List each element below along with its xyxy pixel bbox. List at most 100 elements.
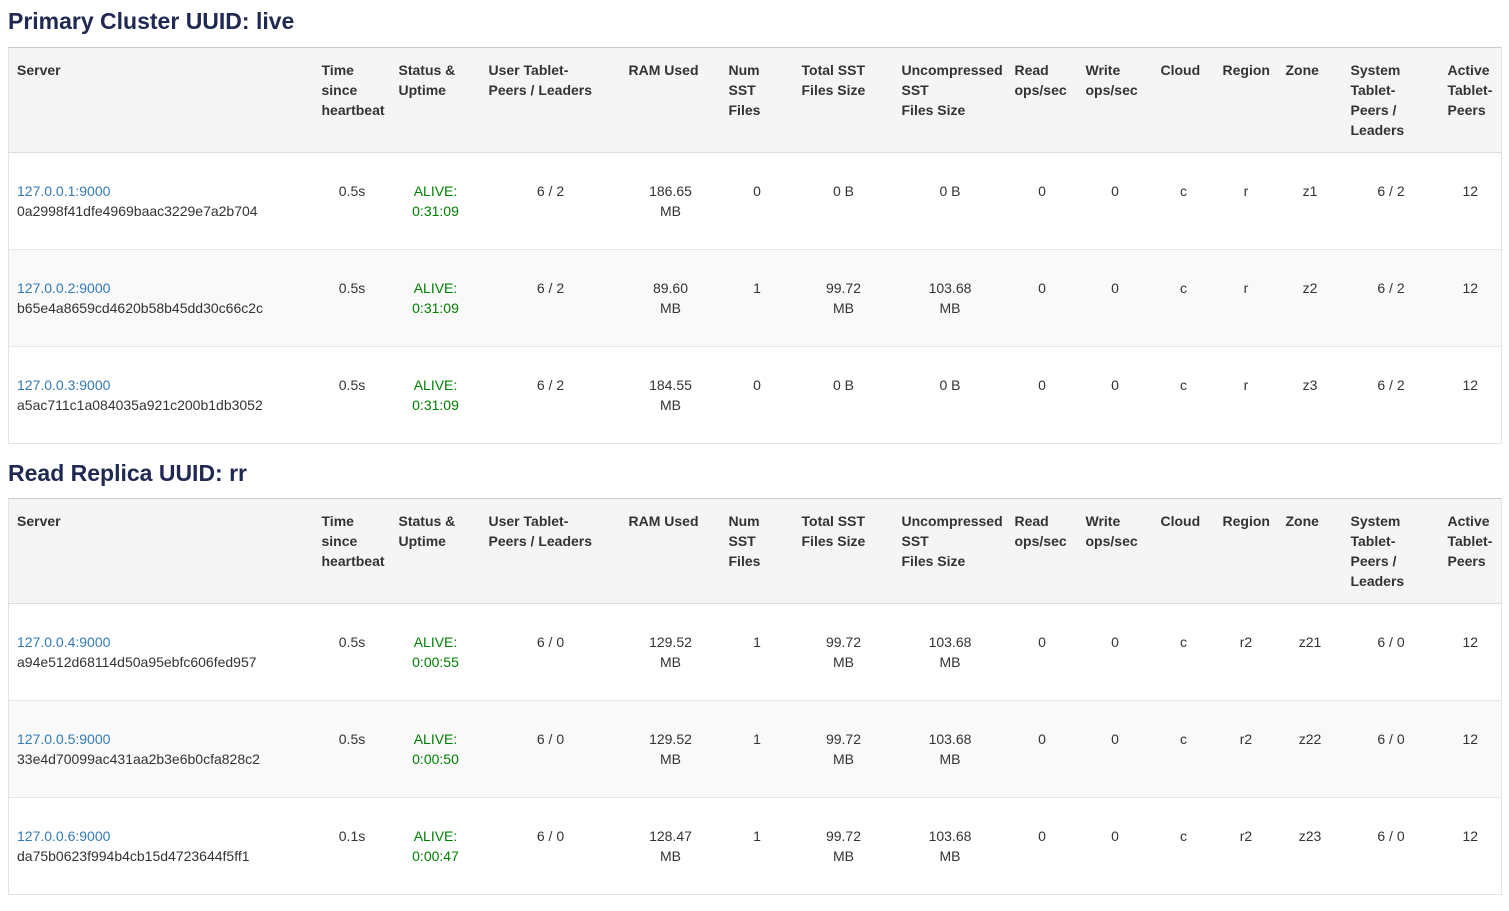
- server-uuid: a5ac711c1a084035a921c200b1db3052: [17, 395, 306, 415]
- col-header-server: Server: [9, 47, 314, 152]
- col-header-status-uptime: Status & Uptime: [391, 47, 481, 152]
- tablet-servers-page: Primary Cluster UUID: live Server Time s…: [0, 0, 1509, 895]
- server-link[interactable]: 127.0.0.1:9000: [17, 183, 110, 199]
- col-header-read-ops: Read ops/sec: [1007, 499, 1078, 604]
- server-uuid: a94e512d68114d50a95ebfc606fed957: [17, 652, 306, 672]
- primary-cluster-title: Primary Cluster UUID: live: [8, 8, 1501, 36]
- table-row: 127.0.0.1:9000 0a2998f41dfe4969baac3229e…: [9, 152, 1502, 249]
- col-header-user-tablet-peers: User Tablet- Peers / Leaders: [481, 47, 621, 152]
- cell-zone: z22: [1278, 701, 1343, 798]
- cell-ram-used: 129.52 MB: [621, 604, 721, 701]
- col-header-system-tablet-peers: System Tablet- Peers / Leaders: [1343, 499, 1440, 604]
- col-header-zone: Zone: [1278, 47, 1343, 152]
- cell-zone: z1: [1278, 152, 1343, 249]
- col-header-server: Server: [9, 499, 314, 604]
- col-header-region: Region: [1215, 47, 1278, 152]
- server-link[interactable]: 127.0.0.4:9000: [17, 634, 110, 650]
- cell-region: r2: [1215, 604, 1278, 701]
- col-header-active-tablet-peers: Active Tablet- Peers: [1440, 499, 1502, 604]
- cell-uncompressed-sst-size: 0 B: [894, 346, 1007, 443]
- header-row: Server Time since heartbeat Status & Upt…: [9, 499, 1502, 604]
- cell-time-since-heartbeat: 0.5s: [314, 604, 391, 701]
- cell-num-sst-files: 1: [721, 798, 794, 895]
- cell-active-tablet-peers: 12: [1440, 152, 1502, 249]
- server-uuid: 33e4d70099ac431aa2b3e6b0cfa828c2: [17, 749, 306, 769]
- server-cell: 127.0.0.2:9000 b65e4a8659cd4620b58b45dd3…: [9, 249, 314, 346]
- col-header-write-ops: Write ops/sec: [1078, 47, 1153, 152]
- col-header-active-tablet-peers: Active Tablet- Peers: [1440, 47, 1502, 152]
- col-header-uncompressed-sst-size: Uncompressed SST Files Size: [894, 499, 1007, 604]
- cell-total-sst-size: 0 B: [794, 152, 894, 249]
- cell-active-tablet-peers: 12: [1440, 346, 1502, 443]
- col-header-total-sst-size: Total SST Files Size: [794, 499, 894, 604]
- cell-cloud: c: [1153, 701, 1215, 798]
- cell-system-tablet-peers: 6 / 2: [1343, 346, 1440, 443]
- col-header-num-sst-files: Num SST Files: [721, 499, 794, 604]
- server-link[interactable]: 127.0.0.6:9000: [17, 828, 110, 844]
- cell-uncompressed-sst-size: 103.68 MB: [894, 249, 1007, 346]
- cell-time-since-heartbeat: 0.5s: [314, 346, 391, 443]
- cell-active-tablet-peers: 12: [1440, 604, 1502, 701]
- cell-system-tablet-peers: 6 / 2: [1343, 152, 1440, 249]
- table-row: 127.0.0.5:9000 33e4d70099ac431aa2b3e6b0c…: [9, 701, 1502, 798]
- cell-zone: z2: [1278, 249, 1343, 346]
- col-header-system-tablet-peers: System Tablet- Peers / Leaders: [1343, 47, 1440, 152]
- server-link[interactable]: 127.0.0.3:9000: [17, 377, 110, 393]
- col-header-read-ops: Read ops/sec: [1007, 47, 1078, 152]
- server-link[interactable]: 127.0.0.5:9000: [17, 731, 110, 747]
- read-replica-table: Server Time since heartbeat Status & Upt…: [8, 498, 1502, 895]
- cell-uncompressed-sst-size: 103.68 MB: [894, 798, 1007, 895]
- cell-ram-used: 89.60 MB: [621, 249, 721, 346]
- cell-cloud: c: [1153, 152, 1215, 249]
- cell-ram-used: 128.47 MB: [621, 798, 721, 895]
- col-header-cloud: Cloud: [1153, 499, 1215, 604]
- cell-status-uptime: ALIVE: 0:31:09: [391, 346, 481, 443]
- cell-uncompressed-sst-size: 103.68 MB: [894, 701, 1007, 798]
- read-replica-title: Read Replica UUID: rr: [8, 460, 1501, 488]
- cell-system-tablet-peers: 6 / 2: [1343, 249, 1440, 346]
- col-header-region: Region: [1215, 499, 1278, 604]
- col-header-status-uptime: Status & Uptime: [391, 499, 481, 604]
- cell-time-since-heartbeat: 0.5s: [314, 249, 391, 346]
- cell-region: r: [1215, 346, 1278, 443]
- cell-status-uptime: ALIVE: 0:31:09: [391, 152, 481, 249]
- cell-num-sst-files: 0: [721, 152, 794, 249]
- cell-region: r2: [1215, 701, 1278, 798]
- server-uuid: b65e4a8659cd4620b58b45dd30c66c2c: [17, 298, 306, 318]
- cell-cloud: c: [1153, 249, 1215, 346]
- cell-cloud: c: [1153, 604, 1215, 701]
- cell-status-uptime: ALIVE: 0:31:09: [391, 249, 481, 346]
- cell-region: r: [1215, 152, 1278, 249]
- cell-time-since-heartbeat: 0.1s: [314, 798, 391, 895]
- cell-user-tablet-peers: 6 / 2: [481, 249, 621, 346]
- cell-read-ops: 0: [1007, 249, 1078, 346]
- header-row: Server Time since heartbeat Status & Upt…: [9, 47, 1502, 152]
- primary-cluster-table: Server Time since heartbeat Status & Upt…: [8, 47, 1502, 444]
- cell-user-tablet-peers: 6 / 0: [481, 798, 621, 895]
- cell-read-ops: 0: [1007, 701, 1078, 798]
- cell-num-sst-files: 1: [721, 701, 794, 798]
- cell-status-uptime: ALIVE: 0:00:47: [391, 798, 481, 895]
- table-row: 127.0.0.3:9000 a5ac711c1a084035a921c200b…: [9, 346, 1502, 443]
- cell-time-since-heartbeat: 0.5s: [314, 152, 391, 249]
- cell-total-sst-size: 99.72 MB: [794, 798, 894, 895]
- cell-user-tablet-peers: 6 / 2: [481, 152, 621, 249]
- cell-read-ops: 0: [1007, 346, 1078, 443]
- cell-read-ops: 0: [1007, 152, 1078, 249]
- cell-region: r: [1215, 249, 1278, 346]
- col-header-ram-used: RAM Used: [621, 47, 721, 152]
- col-header-ram-used: RAM Used: [621, 499, 721, 604]
- server-uuid: da75b0623f994b4cb15d4723644f5ff1: [17, 846, 306, 866]
- cell-read-ops: 0: [1007, 604, 1078, 701]
- cell-user-tablet-peers: 6 / 2: [481, 346, 621, 443]
- cell-write-ops: 0: [1078, 701, 1153, 798]
- cell-status-uptime: ALIVE: 0:00:50: [391, 701, 481, 798]
- cell-num-sst-files: 1: [721, 604, 794, 701]
- cell-uncompressed-sst-size: 0 B: [894, 152, 1007, 249]
- cell-system-tablet-peers: 6 / 0: [1343, 798, 1440, 895]
- cell-cloud: c: [1153, 798, 1215, 895]
- cell-active-tablet-peers: 12: [1440, 798, 1502, 895]
- server-link[interactable]: 127.0.0.2:9000: [17, 280, 110, 296]
- cell-active-tablet-peers: 12: [1440, 701, 1502, 798]
- cell-write-ops: 0: [1078, 346, 1153, 443]
